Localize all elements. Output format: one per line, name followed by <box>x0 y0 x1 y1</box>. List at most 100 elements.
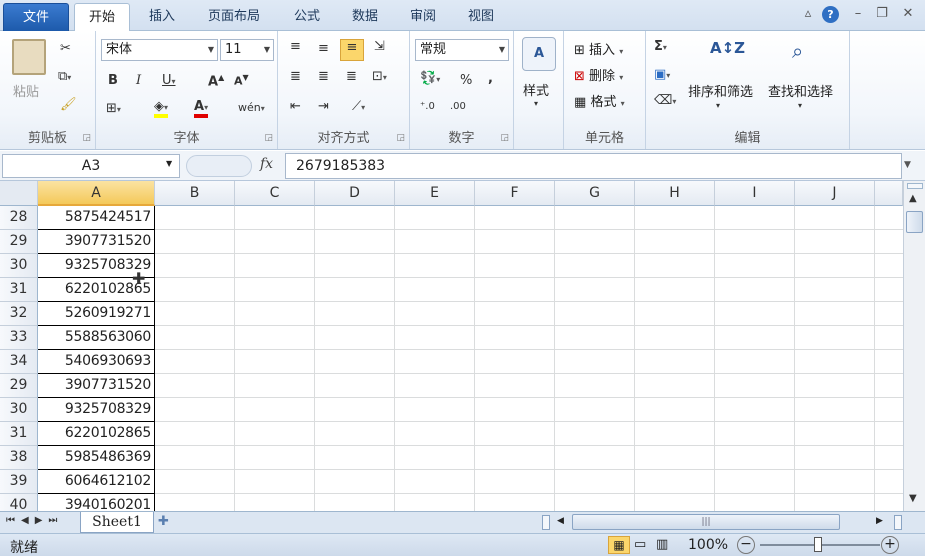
help-icon[interactable]: ? <box>822 6 839 23</box>
select-all-corner[interactable] <box>0 181 38 206</box>
formula-bar-handle[interactable] <box>186 155 252 177</box>
chevron-down-icon[interactable]: ▼ <box>166 159 172 168</box>
window-restore-icon[interactable]: ❐ <box>872 6 892 21</box>
font-size-dropdown[interactable]: 11 ▼ <box>220 39 274 61</box>
row-header[interactable]: 38 <box>0 446 38 470</box>
cell-a[interactable]: 3940160201 <box>38 494 155 511</box>
font-launcher-icon[interactable]: ◲ <box>264 133 273 143</box>
paste-icon[interactable] <box>12 39 46 75</box>
insert-sheet-icon[interactable]: ✚ <box>158 514 169 529</box>
align-top-icon[interactable]: ≡ <box>290 39 301 54</box>
row-header[interactable]: 30 <box>0 398 38 422</box>
chevron-down-icon[interactable]: ▾ <box>716 101 720 110</box>
font-color-icon[interactable]: A▾ <box>194 99 209 118</box>
tab-home[interactable]: 开始 <box>74 3 130 32</box>
worksheet-grid[interactable]: ABCDEFGHIJ 28 5875424517 29 3907731520 30 932… <box>0 181 903 511</box>
tab-review[interactable]: 审阅 <box>400 3 446 31</box>
align-middle-icon[interactable]: ≡ <box>318 41 329 56</box>
sheet-tab-sheet1[interactable]: Sheet1 <box>80 512 154 533</box>
increase-decimal-icon[interactable]: ⁺.0 <box>420 101 435 112</box>
italic-icon[interactable]: I <box>136 73 141 88</box>
tab-file[interactable]: 文件 <box>3 3 69 31</box>
cell-a[interactable]: 9325708329 <box>38 398 155 422</box>
row-header[interactable]: 30 <box>0 254 38 278</box>
vertical-scroll-thumb[interactable] <box>906 211 923 233</box>
sort-filter-button[interactable]: 排序和筛选 <box>688 81 753 100</box>
cell-a[interactable]: 5875424517 <box>38 206 155 230</box>
orientation-icon[interactable]: ⟋▾ <box>352 99 365 114</box>
row-header[interactable]: 33 <box>0 326 38 350</box>
binoculars-icon[interactable]: ⌕ <box>792 39 803 63</box>
clipboard-launcher-icon[interactable]: ◲ <box>82 133 91 143</box>
row-header[interactable]: 29 <box>0 374 38 398</box>
currency-icon[interactable]: 💱▾ <box>420 71 440 86</box>
align-bottom-icon[interactable]: ≡ <box>340 39 364 61</box>
merge-center-icon[interactable]: ⊡▾ <box>372 69 387 84</box>
align-right-icon[interactable]: ≣ <box>346 69 357 84</box>
vertical-scrollbar[interactable]: ▲ ▼ <box>903 181 925 511</box>
tab-insert[interactable]: 插入 <box>140 3 184 31</box>
tab-page-layout[interactable]: 页面布局 <box>196 3 272 31</box>
row-header[interactable]: 40 <box>0 494 38 511</box>
column-header-d[interactable]: D <box>315 181 395 206</box>
fill-icon[interactable]: ▣▾ <box>654 67 670 82</box>
increase-indent-icon[interactable]: ⇥ <box>318 99 329 114</box>
delete-cells-button[interactable]: ⊠ 删除 ▾ <box>574 65 623 84</box>
font-name-dropdown[interactable]: 宋体 ▼ <box>101 39 218 61</box>
styles-icon[interactable]: A <box>522 37 556 71</box>
number-launcher-icon[interactable]: ◲ <box>500 133 509 143</box>
page-layout-view-icon[interactable]: ▭ <box>634 537 646 552</box>
alignment-launcher-icon[interactable]: ◲ <box>396 133 405 143</box>
name-box[interactable]: A3 <box>2 154 180 178</box>
cell-a[interactable]: 3907731520 <box>38 374 155 398</box>
column-header-a[interactable]: A <box>38 181 155 206</box>
column-header-f[interactable]: F <box>475 181 555 206</box>
split-box[interactable] <box>907 183 923 189</box>
horizontal-scroll-thumb[interactable]: ||| <box>572 514 840 530</box>
cell-a[interactable]: 3907731520 <box>38 230 155 254</box>
format-cells-button[interactable]: ▦ 格式 ▾ <box>574 91 625 110</box>
increase-font-icon[interactable]: A▲ <box>208 73 224 89</box>
expand-formula-bar-icon[interactable]: ▼ <box>904 160 911 170</box>
scroll-up-icon[interactable]: ▲ <box>909 193 917 204</box>
styles-button-label[interactable]: 样式 <box>523 80 549 99</box>
align-left-icon[interactable]: ≣ <box>290 69 301 84</box>
copy-icon[interactable]: ⧉▾ <box>58 69 71 84</box>
decrease-font-icon[interactable]: A▼ <box>234 73 249 88</box>
row-header[interactable]: 32 <box>0 302 38 326</box>
scroll-down-icon[interactable]: ▼ <box>909 493 917 504</box>
find-select-button[interactable]: 查找和选择 <box>768 81 833 100</box>
cell-a[interactable]: 5406930693 <box>38 350 155 374</box>
chevron-down-icon[interactable]: ▾ <box>534 99 538 108</box>
decrease-decimal-icon[interactable]: .00 <box>450 101 466 112</box>
row-header[interactable]: 28 <box>0 206 38 230</box>
cell-a[interactable]: 6220102865 <box>38 422 155 446</box>
normal-view-icon[interactable]: ▦ <box>608 536 630 554</box>
column-header-h[interactable]: H <box>635 181 715 206</box>
column-header-e[interactable]: E <box>395 181 475 206</box>
cut-icon[interactable]: ✂ <box>60 41 71 56</box>
comma-style-icon[interactable]: , <box>488 71 493 86</box>
column-header-c[interactable]: C <box>235 181 315 206</box>
cell-a[interactable]: 5588563060 <box>38 326 155 350</box>
sort-filter-icon[interactable]: A↕Z <box>710 39 745 57</box>
window-minimize-icon[interactable]: – <box>848 6 868 21</box>
paste-label[interactable]: 粘贴 <box>13 81 39 100</box>
sheet-nav-icons[interactable]: ⏮◀▶⏭ <box>6 515 63 526</box>
column-header-i[interactable]: I <box>715 181 795 206</box>
column-header-b[interactable]: B <box>155 181 235 206</box>
column-header-partial[interactable] <box>875 181 903 206</box>
row-header[interactable]: 34 <box>0 350 38 374</box>
zoom-slider-thumb[interactable] <box>814 537 822 552</box>
row-header[interactable]: 31 <box>0 278 38 302</box>
fill-color-icon[interactable]: ◈▾ <box>154 99 169 118</box>
zoom-in-icon[interactable]: + <box>881 536 899 554</box>
page-break-view-icon[interactable]: ▥ <box>656 537 668 552</box>
column-header-g[interactable]: G <box>555 181 635 206</box>
align-center-icon[interactable]: ≣ <box>318 69 329 84</box>
zoom-out-icon[interactable]: − <box>737 536 755 554</box>
decrease-indent-icon[interactable]: ⇤ <box>290 99 301 114</box>
borders-icon[interactable]: ⊞▾ <box>106 101 121 116</box>
percent-icon[interactable]: % <box>460 73 472 88</box>
autosum-icon[interactable]: Σ▾ <box>654 39 667 54</box>
